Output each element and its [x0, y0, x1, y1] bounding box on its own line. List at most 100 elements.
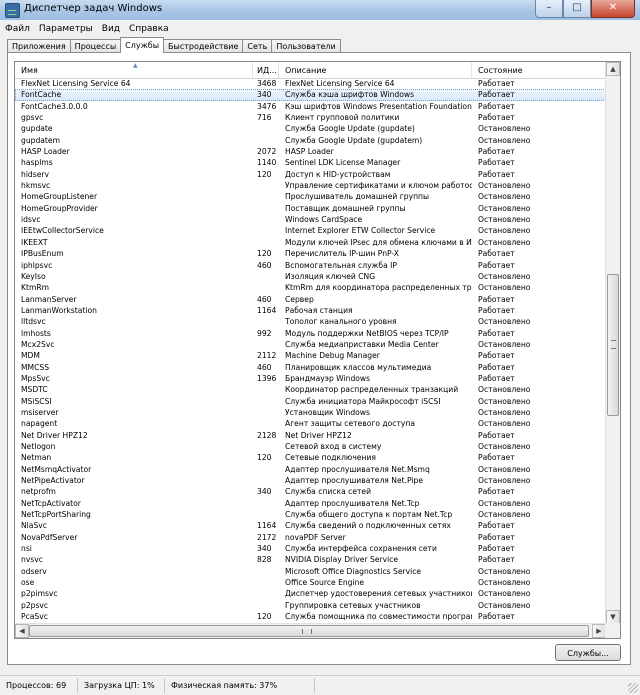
service-description: Microsoft Office Diagnostics Service [285, 566, 422, 576]
menu-options[interactable]: Параметры [34, 24, 97, 34]
service-pid [253, 600, 279, 611]
scroll-down-icon[interactable]: ▼ [606, 610, 620, 624]
service-description: Установщик Windows [285, 407, 370, 417]
service-description: KtmRm для координатора распределенных тр… [285, 283, 472, 293]
table-row[interactable]: nsi 340 Служба интерфейса сохранения сети Р… [15, 543, 606, 554]
service-name: KtmRm [21, 283, 50, 293]
table-row[interactable]: gupdate Служба Google Update (gupdate) Ост… [15, 123, 606, 134]
table-row[interactable]: netprofm 340 Служба списка сетей Работает [15, 486, 606, 497]
table-row[interactable]: KtmRm KtmRm для координатора распределенн… [15, 282, 606, 293]
table-row[interactable]: MpsSvc 1396 Брандмауэр Windows Работает [15, 373, 606, 384]
table-row[interactable]: LanmanWorkstation 1164 Рабочая станция Рабо… [15, 305, 606, 316]
table-row[interactable]: HomeGroupListener Прослушиватель домашней… [15, 191, 606, 202]
service-description: Служба кэша шрифтов Windows [285, 90, 415, 100]
service-description: Internet Explorer ETW Collector Service [285, 226, 436, 236]
table-row[interactable]: NetTcpActivator Адаптер прослушивателя Ne… [15, 498, 606, 509]
service-pid: 120 [257, 169, 272, 179]
table-row[interactable]: gpsvc 716 Клиент групповой политики Работае… [15, 112, 606, 123]
table-row[interactable]: MDM 2112 Machine Debug Manager Работает [15, 350, 606, 361]
table-row[interactable]: KeyIso Изоляция ключей CNG Остановлено [15, 271, 606, 282]
table-row[interactable]: IEEtwCollectorService Internet Explorer E… [15, 225, 606, 236]
table-row[interactable]: NetPipeActivator Адаптер прослушивателя N… [15, 475, 606, 486]
minimize-button[interactable]: – [535, 0, 563, 18]
table-row[interactable]: Mcx2Svc Служба медиаприставки Media Cente… [15, 339, 606, 350]
column-header-label: Описание [285, 66, 327, 75]
menu-help[interactable]: Справка [124, 24, 173, 34]
table-row[interactable]: p2pimsvc Диспетчер удостоверения сетевых … [15, 588, 606, 599]
tab-3[interactable]: Быстродействие [163, 39, 244, 53]
maximize-button[interactable]: □ [563, 0, 591, 18]
menu-view[interactable]: Вид [97, 24, 124, 34]
service-description: Адаптер прослушивателя Net.Tcp [285, 498, 420, 508]
table-row[interactable]: gupdatem Служба Google Update (gupdatem) О… [15, 135, 606, 146]
table-row[interactable]: IKEEXT Модули ключей IPsec для обмена клю… [15, 237, 606, 248]
vertical-scroll-thumb[interactable] [607, 274, 619, 416]
service-name: nvsvc [21, 555, 43, 565]
table-row[interactable]: ose Office Source Engine Остановлено [15, 577, 606, 588]
table-row[interactable]: p2psvc Группировка сетевых участников Оста… [15, 600, 606, 611]
services-list[interactable]: Имя ▲ ИД... Описание Состояние FlexNet Licen… [14, 61, 621, 639]
table-row[interactable]: lltdsvc Тополог канального уровня Остановл… [15, 316, 606, 327]
table-row[interactable]: HomeGroupProvider Поставщик домашней груп… [15, 203, 606, 214]
service-pid [253, 396, 279, 407]
scroll-left-icon[interactable]: ◀ [15, 624, 29, 638]
service-description: Служба общего доступа к портам Net.Tcp [285, 510, 453, 520]
service-description: Office Source Engine [285, 578, 365, 588]
column-header-label: ИД... [257, 66, 277, 75]
table-row[interactable]: NetMsmqActivator Адаптер прослушивателя N… [15, 464, 606, 475]
column-header-1[interactable]: ИД... [253, 62, 279, 78]
tab-2[interactable]: Службы [120, 37, 165, 53]
tab-1[interactable]: Процессы [69, 39, 122, 53]
table-row[interactable]: idsvc Windows CardSpace Остановлено [15, 214, 606, 225]
services-button[interactable]: Службы... [555, 644, 621, 661]
table-row[interactable]: IPBusEnum 120 Перечислитель IP-шин PnP-X Ра… [15, 248, 606, 259]
table-row[interactable]: hasplms 1140 Sentinel LDK License Manager Р… [15, 157, 606, 168]
scroll-up-icon[interactable]: ▲ [606, 62, 620, 76]
service-pid: 340 [257, 544, 272, 554]
close-button[interactable]: ✕ [591, 0, 635, 18]
service-pid [253, 407, 279, 418]
vertical-scrollbar[interactable]: ▲ ▼ [605, 62, 620, 624]
table-row[interactable]: Netman 120 Сетевые подключения Работает [15, 452, 606, 463]
horizontal-scrollbar[interactable]: ◀ ▶ [15, 623, 606, 638]
service-pid [253, 509, 279, 520]
table-row[interactable]: NlaSvc 1164 Служба сведений о подключенных… [15, 520, 606, 531]
table-row[interactable]: lmhosts 992 Модуль поддержки NetBIOS через… [15, 328, 606, 339]
table-row[interactable]: nvsvc 828 NVIDIA Display Driver Service Раб… [15, 554, 606, 565]
table-row[interactable]: hidserv 120 Доступ к HID-устройствам Работа… [15, 169, 606, 180]
table-row[interactable]: MSDTC Координатор распределенных транзакц… [15, 384, 606, 395]
list-rows: FlexNet Licensing Service 64 3468 FlexNet … [15, 78, 606, 623]
tab-5[interactable]: Пользователи [271, 39, 341, 53]
service-pid [253, 566, 279, 577]
resize-grip-icon[interactable] [628, 683, 638, 693]
column-header-3[interactable]: Состояние [472, 62, 606, 78]
table-row[interactable]: NetTcpPortSharing Служба общего доступа к… [15, 509, 606, 520]
table-row[interactable]: FlexNet Licensing Service 64 3468 FlexNet … [15, 78, 606, 89]
table-row[interactable]: Netlogon Сетевой вход в систему Остановлен… [15, 441, 606, 452]
column-header-2[interactable]: Описание [279, 62, 472, 78]
table-row[interactable]: MSiSCSI Служба инициатора Майкрософт iSCS… [15, 396, 606, 407]
table-row[interactable]: FontCache 340 Служба кэша шрифтов Windows Р… [15, 89, 606, 101]
table-row[interactable]: NovaPdfServer 2172 novaPDF Server Работает [15, 532, 606, 543]
table-row[interactable]: odserv Microsoft Office Diagnostics Servi… [15, 566, 606, 577]
table-row[interactable]: msiserver Установщик Windows Остановлено [15, 407, 606, 418]
menu-file[interactable]: Файл [0, 24, 34, 34]
table-row[interactable]: FontCache3.0.0.0 3476 Кэш шрифтов Windows … [15, 101, 606, 112]
table-row[interactable]: PcaSvc 120 Служба помощника по совместимос… [15, 611, 606, 622]
table-row[interactable]: napagent Агент защиты сетевого доступа Ост… [15, 418, 606, 429]
tab-4[interactable]: Сеть [242, 39, 273, 53]
column-header-0[interactable]: Имя ▲ [15, 62, 253, 78]
scroll-right-icon[interactable]: ▶ [592, 624, 606, 638]
table-row[interactable]: hkmsvc Управление сертификатами и ключом … [15, 180, 606, 191]
tab-0[interactable]: Приложения [7, 39, 71, 53]
table-row[interactable]: iphlpsvc 460 Вспомогательная служба IP Рабо… [15, 260, 606, 271]
table-row[interactable]: LanmanServer 460 Сервер Работает [15, 294, 606, 305]
table-row[interactable]: MMCSS 460 Планировщик классов мультимедиа Р… [15, 362, 606, 373]
table-row[interactable]: HASP Loader 2072 HASP Loader Работает [15, 146, 606, 157]
horizontal-scroll-thumb[interactable] [29, 625, 589, 637]
service-name: IPBusEnum [21, 249, 64, 259]
service-name: KeyIso [21, 271, 46, 281]
table-row[interactable]: Net Driver HPZ12 2128 Net Driver HPZ12 Рабо… [15, 430, 606, 441]
service-pid: 1164 [257, 521, 277, 531]
service-description: Служба медиаприставки Media Center [285, 339, 439, 349]
